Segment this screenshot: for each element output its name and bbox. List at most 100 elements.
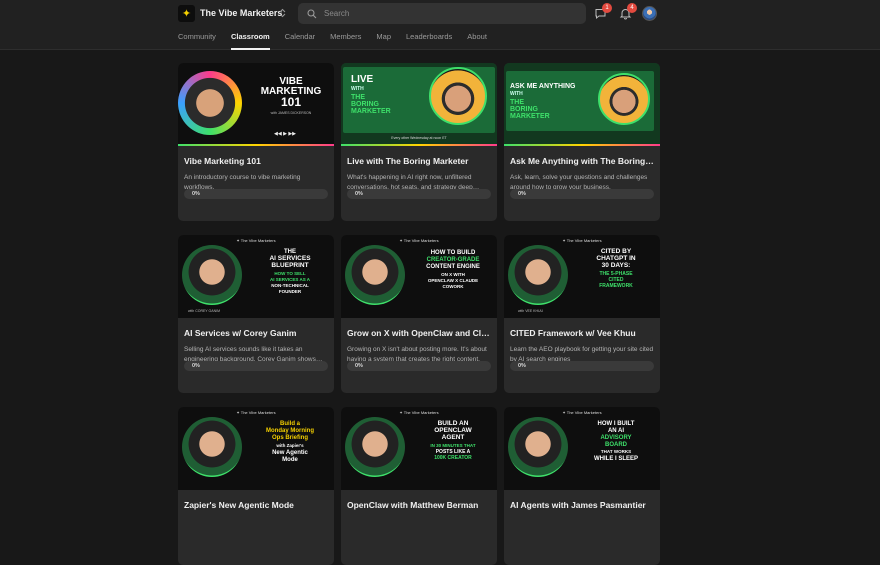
- thumb-strip: [504, 144, 660, 146]
- progress-label: 0%: [518, 363, 526, 369]
- chat-button[interactable]: 1: [594, 3, 612, 20]
- thumb-brand: ✦ The Vibe Marketers: [562, 410, 602, 415]
- tab-community[interactable]: Community: [178, 28, 216, 50]
- thumb-byline: with COREY GANIM: [188, 309, 221, 313]
- search-bar[interactable]: [298, 3, 586, 24]
- top-header: ✦ The Vibe Marketers 1 4 Community Class…: [0, 0, 880, 50]
- thumb-byline: with VEE KHUU: [518, 309, 544, 313]
- host-portrait: [508, 245, 568, 305]
- group-logo[interactable]: ✦: [178, 5, 195, 22]
- thumb-line: CONTENT ENGINE: [426, 264, 480, 270]
- tab-calendar[interactable]: Calendar: [285, 28, 315, 50]
- host-portrait: [182, 417, 242, 477]
- thumb-line: MARKETER: [510, 113, 550, 120]
- course-grid: VIBE MARKETING 101 with JAMES DICKERSON …: [178, 63, 660, 565]
- course-thumbnail: VIBE MARKETING 101 with JAMES DICKERSON …: [178, 63, 334, 146]
- notifications-button[interactable]: 4: [619, 3, 637, 20]
- course-thumbnail: ✦ The Vibe Marketers BUILD AN OPENCLAW A…: [341, 407, 497, 490]
- course-progress: 0%: [347, 189, 491, 199]
- thumb-strip: [178, 144, 334, 146]
- thumb-strip: [341, 144, 497, 146]
- media-controls-icon: ◀◀ ▶ ▶▶: [274, 131, 297, 137]
- course-thumbnail: ✦ The Vibe Marketers THE AI SERVICES BLU…: [178, 235, 334, 318]
- thumb-line: Build a: [279, 421, 300, 427]
- search-input[interactable]: [324, 9, 574, 18]
- course-card[interactable]: ✦ The Vibe Marketers Build a Monday Morn…: [178, 407, 334, 565]
- thumb-line: AI SERVICES AS A: [269, 277, 311, 282]
- thumb-line: with Zapier's: [276, 443, 304, 448]
- course-title[interactable]: Grow on X with OpenClaw and Claude Cowor…: [347, 328, 491, 338]
- course-card[interactable]: ASK ME ANYTHING WITH THE BORING MARKETER…: [504, 63, 660, 221]
- thumb-line: WITH: [510, 91, 523, 97]
- thumb-line: LIVE: [351, 74, 374, 85]
- course-thumbnail: ✦ The Vibe Marketers CITED BY CHATGPT IN…: [504, 235, 660, 318]
- course-title[interactable]: Live with The Boring Marketer: [347, 156, 491, 166]
- course-card[interactable]: ✦ The Vibe Marketers THE AI SERVICES BLU…: [178, 235, 334, 393]
- course-title[interactable]: AI Services w/ Corey Ganim: [184, 328, 328, 338]
- course-card[interactable]: ✦ The Vibe Marketers CITED BY CHATGPT IN…: [504, 235, 660, 393]
- thumb-line: 100K CREATOR: [434, 455, 472, 461]
- thumb-line: AGENT: [441, 434, 465, 441]
- group-switcher-icon[interactable]: [279, 8, 286, 20]
- course-progress: 0%: [510, 189, 654, 199]
- course-title[interactable]: OpenClaw with Matthew Berman: [347, 500, 491, 510]
- thumb-line: HOW I BUILT: [597, 421, 635, 427]
- tab-classroom[interactable]: Classroom: [230, 28, 270, 50]
- thumb-brand: ✦ The Vibe Marketers: [562, 238, 602, 243]
- tab-members[interactable]: Members: [330, 28, 361, 50]
- host-portrait: [345, 417, 405, 477]
- thumb-line: ADVISORY: [600, 435, 632, 441]
- course-title[interactable]: Zapier's New Agentic Mode: [184, 500, 328, 510]
- thumb-line: 101: [280, 95, 302, 109]
- course-title[interactable]: Ask Me Anything with The Boring Marketer: [510, 156, 654, 166]
- thumb-line: COWORK: [442, 284, 464, 289]
- host-portrait: [182, 245, 242, 305]
- chat-badge: 1: [602, 3, 612, 13]
- thumb-line: HOW TO BUILD: [430, 250, 476, 256]
- thumb-brand: ✦ The Vibe Marketers: [399, 410, 439, 415]
- host-portrait: [178, 71, 242, 135]
- thumb-line: FOUNDER: [278, 289, 302, 294]
- course-card[interactable]: ✦ The Vibe Marketers HOW I BUILT AN AI A…: [504, 407, 660, 565]
- thumb-line: ON X WITH: [441, 272, 465, 277]
- course-progress: 0%: [510, 361, 654, 371]
- thumb-line: ASK ME ANYTHING: [510, 83, 576, 90]
- course-description: [184, 517, 328, 537]
- course-title[interactable]: Vibe Marketing 101: [184, 156, 328, 166]
- progress-label: 0%: [518, 191, 526, 197]
- user-avatar[interactable]: [642, 6, 657, 21]
- tab-map[interactable]: Map: [376, 28, 391, 50]
- course-card[interactable]: ✦ The Vibe Marketers HOW TO BUILD CREATO…: [341, 235, 497, 393]
- course-description: [510, 517, 654, 537]
- course-description: [347, 517, 491, 537]
- course-thumbnail: ✦ The Vibe Marketers HOW TO BUILD CREATO…: [341, 235, 497, 318]
- progress-label: 0%: [192, 191, 200, 197]
- course-title[interactable]: CITED Framework w/ Vee Khuu: [510, 328, 654, 338]
- progress-label: 0%: [192, 363, 200, 369]
- thumb-byline: Every other Wednesday at noon ET: [391, 136, 447, 140]
- course-card[interactable]: LIVE WITH THE BORING MARKETER Every othe…: [341, 63, 497, 221]
- thumb-line: Ops Briefing: [271, 435, 308, 441]
- course-thumbnail: LIVE WITH THE BORING MARKETER Every othe…: [341, 63, 497, 146]
- host-avatar: [429, 67, 487, 125]
- thumb-line: THAT WORKS: [600, 449, 632, 454]
- tab-about[interactable]: About: [467, 28, 487, 50]
- notifications-badge: 4: [627, 3, 637, 13]
- tab-leaderboards[interactable]: Leaderboards: [406, 28, 452, 50]
- thumb-line: New Agentic: [272, 450, 308, 456]
- group-name[interactable]: The Vibe Marketers: [200, 8, 282, 18]
- thumb-line: WHILE I SLEEP: [593, 456, 638, 462]
- thumb-line: FRAMEWORK: [599, 283, 633, 289]
- course-card[interactable]: VIBE MARKETING 101 with JAMES DICKERSON …: [178, 63, 334, 221]
- thumb-line: Monday Morning: [266, 428, 314, 434]
- thumb-line: IN 30 MINUTES THAT: [430, 443, 476, 448]
- thumb-brand: ✦ The Vibe Marketers: [236, 410, 276, 415]
- top-bar: ✦ The Vibe Marketers 1 4: [0, 0, 880, 28]
- course-card[interactable]: ✦ The Vibe Marketers BUILD AN OPENCLAW A…: [341, 407, 497, 565]
- thumb-brand: ✦ The Vibe Marketers: [399, 238, 439, 243]
- course-thumbnail: ASK ME ANYTHING WITH THE BORING MARKETER: [504, 63, 660, 146]
- course-thumbnail: ✦ The Vibe Marketers HOW I BUILT AN AI A…: [504, 407, 660, 490]
- thumb-line: BOARD: [605, 442, 627, 448]
- course-title[interactable]: AI Agents with James Pasmantier: [510, 500, 654, 510]
- thumb-line: Mode: [282, 457, 298, 463]
